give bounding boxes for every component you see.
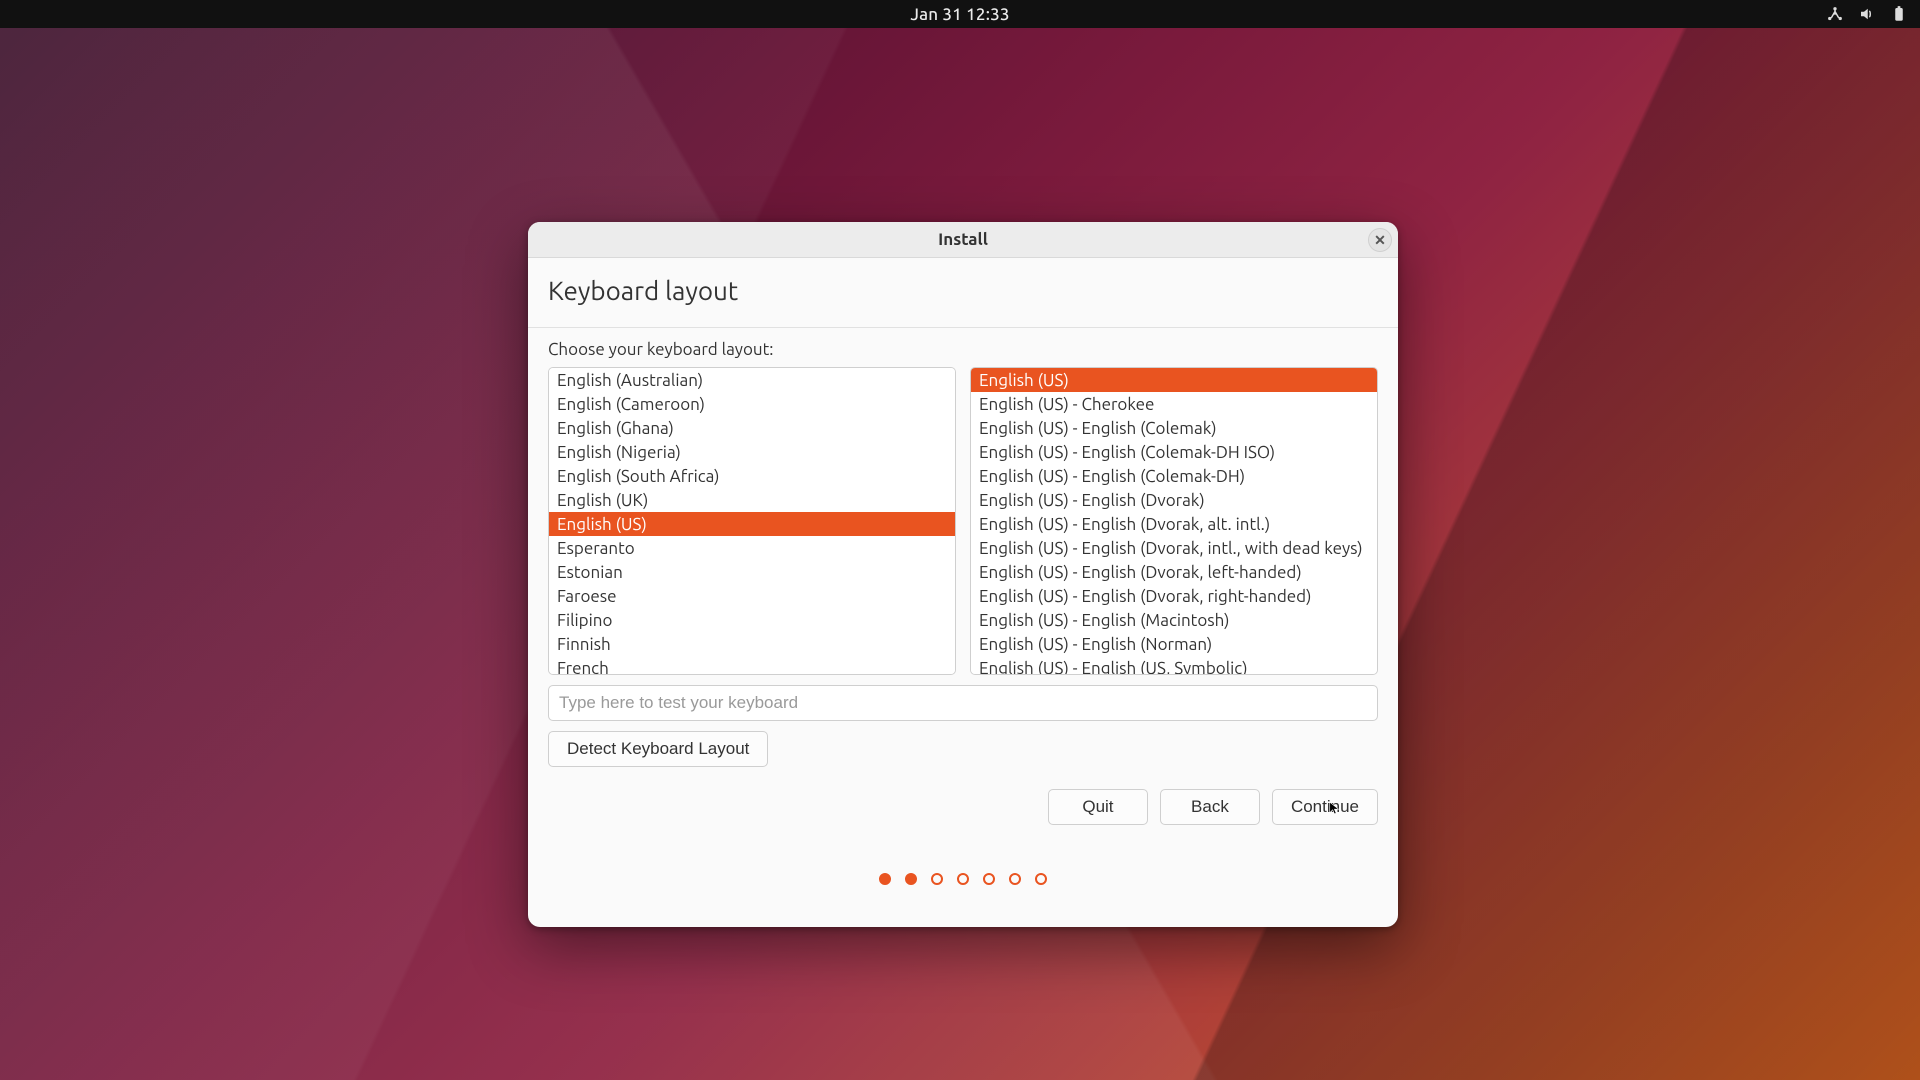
variant-item[interactable]: English (US) - English (US, Symbolic) — [971, 656, 1377, 675]
layout-item[interactable]: English (Ghana) — [549, 416, 955, 440]
clock[interactable]: Jan 31 12:33 — [910, 5, 1009, 24]
progress-dot — [879, 873, 891, 885]
layout-item[interactable]: English (Australian) — [549, 368, 955, 392]
layout-listbox[interactable]: English (Australian)English (Cameroon)En… — [548, 367, 956, 675]
variant-item[interactable]: English (US) - English (Macintosh) — [971, 608, 1377, 632]
dialog-content: Keyboard layout Choose your keyboard lay… — [528, 258, 1398, 927]
variant-item[interactable]: English (US) - English (Colemak-DH) — [971, 464, 1377, 488]
layout-item[interactable]: Faroese — [549, 584, 955, 608]
variant-item[interactable]: English (US) - English (Dvorak) — [971, 488, 1377, 512]
layout-item[interactable]: Filipino — [549, 608, 955, 632]
progress-dots — [548, 873, 1378, 885]
variant-item[interactable]: English (US) - English (Colemak) — [971, 416, 1377, 440]
variant-item[interactable]: English (US) - Cherokee — [971, 392, 1377, 416]
variant-item[interactable]: English (US) — [971, 368, 1377, 392]
divider — [528, 327, 1398, 328]
window-titlebar: Install ✕ — [528, 222, 1398, 258]
variant-item[interactable]: English (US) - English (Dvorak, right-ha… — [971, 584, 1377, 608]
network-icon[interactable] — [1826, 5, 1844, 23]
layout-item[interactable]: Estonian — [549, 560, 955, 584]
layout-item[interactable]: English (UK) — [549, 488, 955, 512]
progress-dot — [905, 873, 917, 885]
system-tray[interactable] — [1826, 0, 1908, 28]
close-button[interactable]: ✕ — [1368, 228, 1392, 252]
layout-item[interactable]: Finnish — [549, 632, 955, 656]
window-title: Install — [938, 230, 988, 249]
prompt-label: Choose your keyboard layout: — [548, 340, 1378, 359]
gnome-top-bar: Jan 31 12:33 — [0, 0, 1920, 28]
layout-item[interactable]: Esperanto — [549, 536, 955, 560]
layout-lists-row: English (Australian)English (Cameroon)En… — [548, 367, 1378, 675]
layout-item[interactable]: English (South Africa) — [549, 464, 955, 488]
variant-item[interactable]: English (US) - English (Colemak-DH ISO) — [971, 440, 1377, 464]
keyboard-test-input[interactable] — [548, 685, 1378, 721]
variant-item[interactable]: English (US) - English (Norman) — [971, 632, 1377, 656]
close-icon: ✕ — [1374, 232, 1386, 249]
layout-item[interactable]: English (US) — [549, 512, 955, 536]
layout-item[interactable]: French — [549, 656, 955, 675]
install-dialog: Install ✕ Keyboard layout Choose your ke… — [528, 222, 1398, 927]
layout-item[interactable]: English (Nigeria) — [549, 440, 955, 464]
layout-item[interactable]: English (Cameroon) — [549, 392, 955, 416]
continue-button[interactable]: Continue — [1272, 789, 1378, 825]
back-button[interactable]: Back — [1160, 789, 1260, 825]
nav-buttons: Quit Back Continue — [548, 789, 1378, 825]
progress-dot — [931, 873, 943, 885]
detect-layout-button[interactable]: Detect Keyboard Layout — [548, 731, 768, 767]
page-title: Keyboard layout — [548, 276, 1378, 305]
battery-icon[interactable] — [1890, 5, 1908, 23]
progress-dot — [983, 873, 995, 885]
variant-item[interactable]: English (US) - English (Dvorak, alt. int… — [971, 512, 1377, 536]
variant-item[interactable]: English (US) - English (Dvorak, intl., w… — [971, 536, 1377, 560]
quit-button[interactable]: Quit — [1048, 789, 1148, 825]
volume-icon[interactable] — [1858, 5, 1876, 23]
progress-dot — [1009, 873, 1021, 885]
progress-dot — [1035, 873, 1047, 885]
variant-item[interactable]: English (US) - English (Dvorak, left-han… — [971, 560, 1377, 584]
progress-dot — [957, 873, 969, 885]
variant-listbox[interactable]: English (US)English (US) - CherokeeEngli… — [970, 367, 1378, 675]
